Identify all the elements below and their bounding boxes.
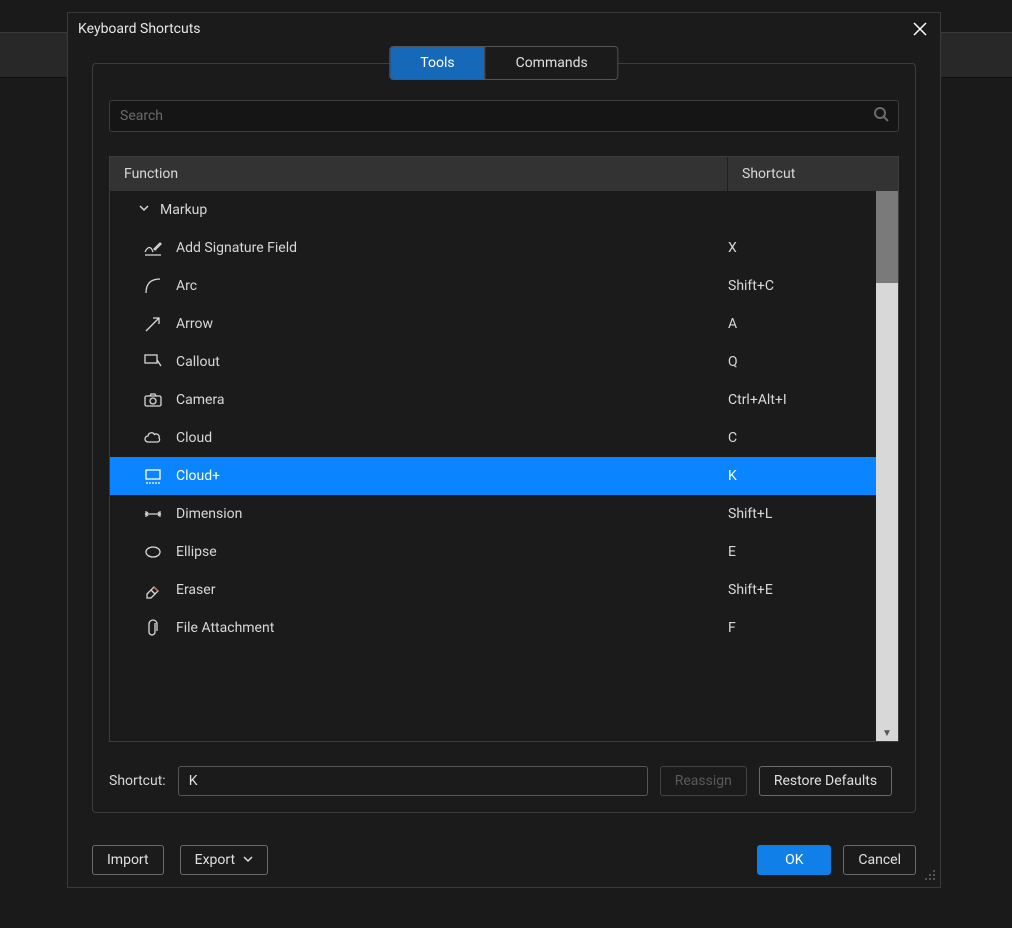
signature-icon	[142, 237, 164, 259]
row-shortcut-cell: X	[722, 240, 876, 256]
row-label: File Attachment	[176, 620, 274, 636]
row-label: Camera	[176, 392, 225, 408]
reassign-button[interactable]: Reassign	[660, 766, 747, 796]
restore-defaults-button[interactable]: Restore Defaults	[759, 766, 892, 796]
row-label: Eraser	[176, 582, 215, 598]
shortcut-editor-row: Shortcut: Reassign Restore Defaults	[109, 766, 899, 796]
column-header-shortcut[interactable]: Shortcut	[728, 157, 898, 191]
ellipse-icon	[142, 541, 164, 563]
row-function-cell: Add Signature Field	[110, 237, 722, 259]
row-label: Ellipse	[176, 544, 217, 560]
eraser-icon	[142, 579, 164, 601]
dialog-footer: Import Export OK Cancel	[92, 845, 916, 875]
row-shortcut-cell: Shift+C	[722, 278, 876, 294]
export-button[interactable]: Export	[180, 845, 268, 875]
row-function-cell: Eraser	[110, 579, 722, 601]
row-label: Callout	[176, 354, 220, 370]
table-row[interactable]: Cloud+ K	[110, 457, 876, 495]
row-label: Arrow	[176, 316, 213, 332]
attachment-icon	[142, 617, 164, 639]
table-row[interactable]: Arc Shift+C	[110, 267, 876, 305]
table-row[interactable]: Add Signature Field X	[110, 229, 876, 267]
row-function-cell: Arc	[110, 275, 722, 297]
tab-strip: Tools Commands	[389, 46, 618, 80]
search-icon	[873, 106, 889, 126]
ok-button[interactable]: OK	[757, 845, 831, 875]
dialog-title: Keyboard Shortcuts	[78, 21, 201, 37]
table-row[interactable]: Camera Ctrl+Alt+I	[110, 381, 876, 419]
row-label: Add Signature Field	[176, 240, 297, 256]
chevron-down-icon	[138, 202, 150, 218]
row-label: Arc	[176, 278, 197, 294]
row-function-cell: File Attachment	[110, 617, 722, 639]
row-shortcut-cell: F	[722, 620, 876, 636]
resize-grip-icon[interactable]	[924, 869, 936, 883]
cloudplus-icon	[142, 465, 164, 487]
row-label: Cloud+	[176, 468, 220, 484]
table-row[interactable]: Arrow A	[110, 305, 876, 343]
close-button[interactable]	[908, 17, 932, 41]
column-header-function[interactable]: Function	[110, 157, 728, 191]
row-shortcut-cell: Shift+E	[722, 582, 876, 598]
row-shortcut-cell: A	[722, 316, 876, 332]
row-shortcut-cell: C	[722, 430, 876, 446]
row-function-cell: Camera	[110, 389, 722, 411]
group-row-markup[interactable]: Markup	[110, 191, 876, 229]
table-row[interactable]: Ellipse E	[110, 533, 876, 571]
main-panel: Tools Commands Function Shortcut	[92, 63, 916, 813]
table-row[interactable]: File Attachment F	[110, 609, 876, 647]
cancel-button[interactable]: Cancel	[843, 845, 916, 875]
row-label: Cloud	[176, 430, 212, 446]
table-row[interactable]: Eraser Shift+E	[110, 571, 876, 609]
scrollbar[interactable]: ▼	[876, 191, 898, 741]
row-shortcut-cell: E	[722, 544, 876, 560]
row-label: Dimension	[176, 506, 242, 522]
callout-icon	[142, 351, 164, 373]
cloud-icon	[142, 427, 164, 449]
tab-commands[interactable]: Commands	[485, 47, 618, 79]
row-function-cell: Cloud	[110, 427, 722, 449]
row-shortcut-cell: K	[722, 468, 876, 484]
row-function-cell: Ellipse	[110, 541, 722, 563]
table-body-wrap: Markup Add Signature Field X Arc Shift+C Arr…	[110, 191, 898, 741]
table-row[interactable]: Cloud C	[110, 419, 876, 457]
table-row[interactable]: Dimension Shift+L	[110, 495, 876, 533]
tab-tools[interactable]: Tools	[390, 47, 484, 79]
row-function-cell: Dimension	[110, 503, 722, 525]
search-input[interactable]	[109, 100, 899, 132]
footer-left: Import Export	[92, 845, 268, 875]
table-row[interactable]: Callout Q	[110, 343, 876, 381]
shortcut-table: Function Shortcut Markup Add Signature F…	[109, 156, 899, 742]
table-header: Function Shortcut	[110, 157, 898, 191]
scrollbar-track: ▼	[876, 191, 898, 741]
dialog-titlebar: Keyboard Shortcuts	[68, 13, 940, 45]
shortcut-input[interactable]	[178, 766, 648, 796]
table-body: Markup Add Signature Field X Arc Shift+C Arr…	[110, 191, 876, 741]
shortcut-label: Shortcut:	[109, 773, 166, 789]
row-shortcut-cell: Ctrl+Alt+I	[722, 392, 876, 408]
dimension-icon	[142, 503, 164, 525]
dialog-body: Tools Commands Function Shortcut	[68, 45, 940, 887]
row-shortcut-cell: Shift+L	[722, 506, 876, 522]
camera-icon	[142, 389, 164, 411]
close-icon	[913, 22, 927, 36]
arrow-icon	[142, 313, 164, 335]
import-button[interactable]: Import	[92, 845, 164, 875]
footer-right: OK Cancel	[757, 845, 916, 875]
row-shortcut-cell: Q	[722, 354, 876, 370]
arc-icon	[142, 275, 164, 297]
scrollbar-thumb[interactable]	[876, 191, 898, 283]
chevron-down-icon	[243, 854, 253, 867]
export-label: Export	[195, 852, 235, 868]
search-wrap	[109, 100, 899, 132]
row-function-cell: Cloud+	[110, 465, 722, 487]
row-function-cell: Callout	[110, 351, 722, 373]
keyboard-shortcuts-dialog: Keyboard Shortcuts Tools Commands Functi…	[67, 12, 941, 888]
group-label: Markup	[160, 202, 207, 218]
row-function-cell: Arrow	[110, 313, 722, 335]
scrollbar-down-icon: ▼	[882, 728, 892, 739]
